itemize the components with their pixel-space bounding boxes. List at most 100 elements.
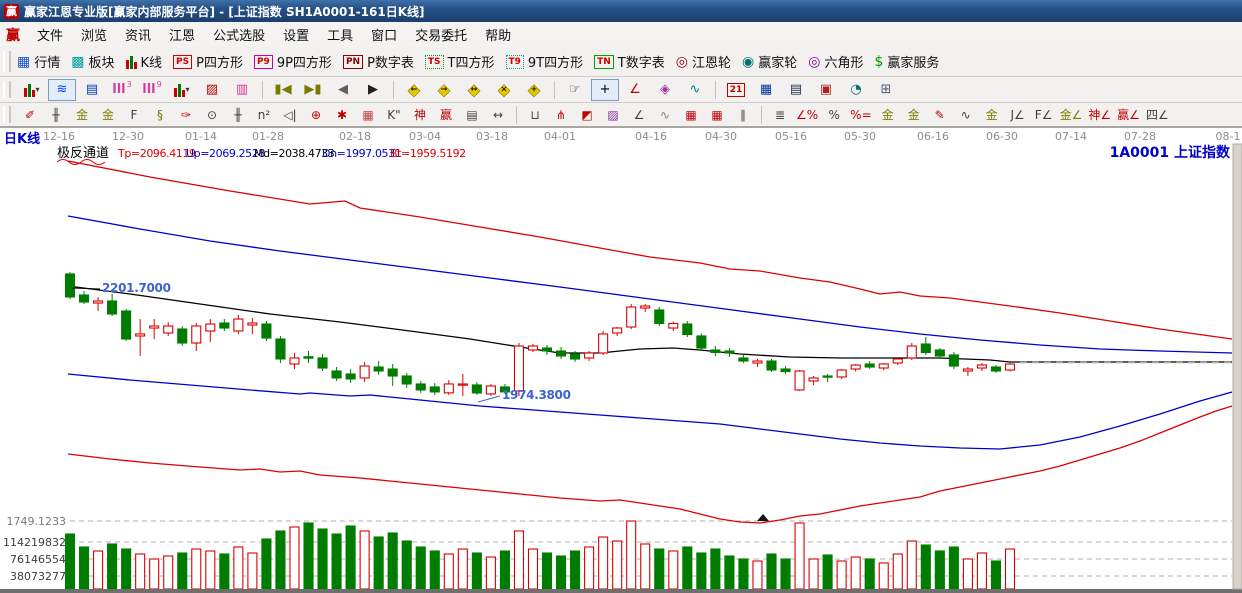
tool-button-price-ladder[interactable]: ≣	[768, 105, 792, 125]
tool-button-pan-hand[interactable]: ☞	[561, 79, 589, 101]
tool-button-ying-angle[interactable]: 赢∠	[1115, 105, 1142, 125]
tool-button-draw-pencil[interactable]: ✐	[18, 105, 42, 125]
tool-button-gold-level[interactable]: 金	[902, 105, 926, 125]
tool-button-calendar[interactable]: 21	[722, 79, 750, 101]
tool-button-crosshair[interactable]: +	[591, 78, 619, 101]
toolbar-button-9t-square[interactable]: T9 9T四方形	[505, 52, 583, 71]
tool-button-time-grid[interactable]: ╫	[226, 105, 250, 125]
tool-button-volume-profile[interactable]: ▥	[228, 79, 256, 101]
tool-button-f-angle[interactable]: F∠	[1032, 105, 1056, 125]
menu-item-0[interactable]: 文件	[28, 23, 72, 46]
tool-button-ruler-pencil[interactable]: ✎	[928, 105, 952, 125]
tool-button-trend-angles[interactable]: ∠	[627, 105, 651, 125]
tool-button-compress-bars[interactable]: ◆ ×	[490, 79, 518, 101]
tool-button-width-measure[interactable]: ↔	[486, 105, 510, 125]
tool-button-zoom-horizontal[interactable]: ◆ ↔	[460, 79, 488, 101]
menu-item-1[interactable]: 浏览	[72, 23, 116, 46]
tool-button-candle-style-dropdown[interactable]: ▾	[168, 79, 196, 101]
tool-button-data-refresh[interactable]: ◔	[842, 79, 870, 101]
tool-button-calculator[interactable]: ▦	[752, 79, 780, 101]
tool-button-angle-measure[interactable]: ∠	[621, 79, 649, 101]
tool-button-price-measure[interactable]: ✑	[174, 105, 198, 125]
diamond-compress-icon: ◆ ×	[497, 79, 511, 99]
tool-button-target-circle[interactable]: ⊕	[304, 105, 328, 125]
tool-button-four-angle[interactable]: 四∠	[1144, 105, 1171, 125]
tool-button-gann-shape-tool[interactable]: ◈	[651, 79, 679, 101]
tool-button-info-panel[interactable]: ▤	[78, 79, 106, 101]
menu-item-6[interactable]: 工具	[318, 23, 362, 46]
tool-button-gold-band[interactable]: 金	[980, 105, 1004, 125]
tool-button-percent-line[interactable]: %=	[848, 105, 873, 125]
tool-button-trend-channel-toggle[interactable]: ≋	[48, 78, 76, 101]
tool-button-shen-grid[interactable]: 神	[408, 105, 432, 125]
tool-button-box-grid[interactable]: ▦	[356, 105, 380, 125]
tool-button-shen-angle[interactable]: 神∠	[1086, 105, 1113, 125]
tool-button-percent[interactable]: %	[822, 105, 846, 125]
tool-button-percent-fan[interactable]: ∠%	[794, 105, 820, 125]
menu-item-2[interactable]: 资讯	[116, 23, 160, 46]
tool-button-ying-grid[interactable]: 赢	[434, 105, 458, 125]
tool-button-calendar-ruler[interactable]: ▤	[460, 105, 484, 125]
menu-item-3[interactable]: 江恩	[160, 23, 204, 46]
toolbar-button-p-number-table[interactable]: PN P数字表	[342, 52, 414, 71]
tool-button-fib-grid[interactable]: F	[122, 105, 146, 125]
tool-button-send-to-pc[interactable]: ⊞	[872, 79, 900, 101]
tool-button-red-grid-b[interactable]: ▦	[705, 105, 729, 125]
toolbar-button-9p-square[interactable]: P9 9P四方形	[253, 52, 332, 71]
menu-item-7[interactable]: 窗口	[362, 23, 406, 46]
tool-button-star-grid[interactable]: ✱	[330, 105, 354, 125]
tool-button-j-angle[interactable]: J∠	[1006, 105, 1030, 125]
tool-button-square-of-nine[interactable]: n²	[252, 105, 276, 125]
tool-button-zigzag-wave[interactable]: ∿	[653, 105, 677, 125]
tool-button-wave-count-tool[interactable]: ∿	[681, 79, 709, 101]
tool-button-gold-grid-a[interactable]: 金	[70, 105, 94, 125]
toolbar-button-winner-wheel[interactable]: ◉ 赢家轮	[742, 52, 797, 72]
tool-button-three-bar-view[interactable]: lll 3	[108, 79, 136, 101]
toolbar-button-hexagon[interactable]: ◎ 六角形	[808, 52, 863, 72]
menu-item-9[interactable]: 帮助	[476, 23, 520, 46]
toolbar-button-winner-service[interactable]: $ 赢家服务	[874, 52, 939, 72]
tool-button-red-grid-a[interactable]: ▦	[679, 105, 703, 125]
tool-button-spiral[interactable]: §	[148, 105, 172, 125]
toolbar-button-t-square[interactable]: TS T四方形	[424, 52, 495, 71]
tool-button-last-page[interactable]: ▶▮	[299, 79, 327, 101]
tool-button-chip-distribution[interactable]: ▨	[198, 79, 226, 101]
toolbar-button-sectors[interactable]: ▩ 板块	[71, 52, 114, 72]
kline-chart-canvas[interactable]: 12-16 12-30 01-14 01-28 02-18 03-04 03-18 04-01…	[0, 127, 1242, 593]
tool-button-gold-circle[interactable]: 金	[876, 105, 900, 125]
menu-item-4[interactable]: 公式选股	[204, 23, 274, 46]
menu-item-5[interactable]: 设置	[274, 23, 318, 46]
date-tick-label: 03-18	[476, 130, 508, 143]
toolbar-button-quotes[interactable]: ▦ 行情	[17, 52, 60, 72]
toolbar-button-p-square[interactable]: PS P四方形	[173, 52, 243, 71]
tool-button-notes[interactable]: ▤	[782, 79, 810, 101]
tool-button-fan-grid[interactable]: ▨	[601, 105, 625, 125]
tool-button-rect-box[interactable]: ⊔	[523, 105, 547, 125]
tool-button-first-page[interactable]: ▮◀	[269, 79, 297, 101]
tool-button-next-bar[interactable]: ▶	[359, 79, 387, 101]
tool-button-cycle-circle[interactable]: ⊙	[200, 105, 224, 125]
tool-button-scroll-right[interactable]: ◆ →	[430, 79, 458, 101]
tool-button-fan-box[interactable]: ◩	[575, 105, 599, 125]
tool-button-gann-grid[interactable]: ╫	[44, 105, 68, 125]
diamond-hspan-icon: ◆ ↔	[467, 79, 481, 99]
tool-button-scroll-left[interactable]: ◆ ←	[400, 79, 428, 101]
menu-item-8[interactable]: 交易委托	[406, 23, 476, 46]
tool-button-prev-bar[interactable]: ◀	[329, 79, 357, 101]
toolbar-button-gann-wheel[interactable]: ◎ 江恩轮	[676, 52, 731, 72]
vertical-scrollbar[interactable]	[1232, 143, 1242, 590]
tool-button-mirror-angle[interactable]: ◁|	[278, 105, 302, 125]
tool-button-save[interactable]: ▣	[812, 79, 840, 101]
diamond-right-icon: ◆ →	[437, 79, 451, 99]
tool-button-speed-fan[interactable]: ⋔	[549, 105, 573, 125]
toolbar-button-t-number-table[interactable]: TN T数字表	[594, 52, 665, 71]
toolbar-button-kline[interactable]: K线	[125, 52, 162, 71]
tool-button-gold-grid-b[interactable]: 金	[96, 105, 120, 125]
tool-button-parallel-lines[interactable]: ∥	[731, 105, 755, 125]
tool-button-nine-bar-view[interactable]: lll 9	[138, 79, 166, 101]
tool-button-expand-bars[interactable]: ◆ +	[520, 79, 548, 101]
tool-button-k-quote[interactable]: K"	[382, 105, 406, 125]
tool-button-kline-period-dropdown[interactable]: ▾	[18, 79, 46, 101]
tool-button-wave-band[interactable]: ∿	[954, 105, 978, 125]
tool-button-gold-angle[interactable]: 金∠	[1058, 105, 1085, 125]
